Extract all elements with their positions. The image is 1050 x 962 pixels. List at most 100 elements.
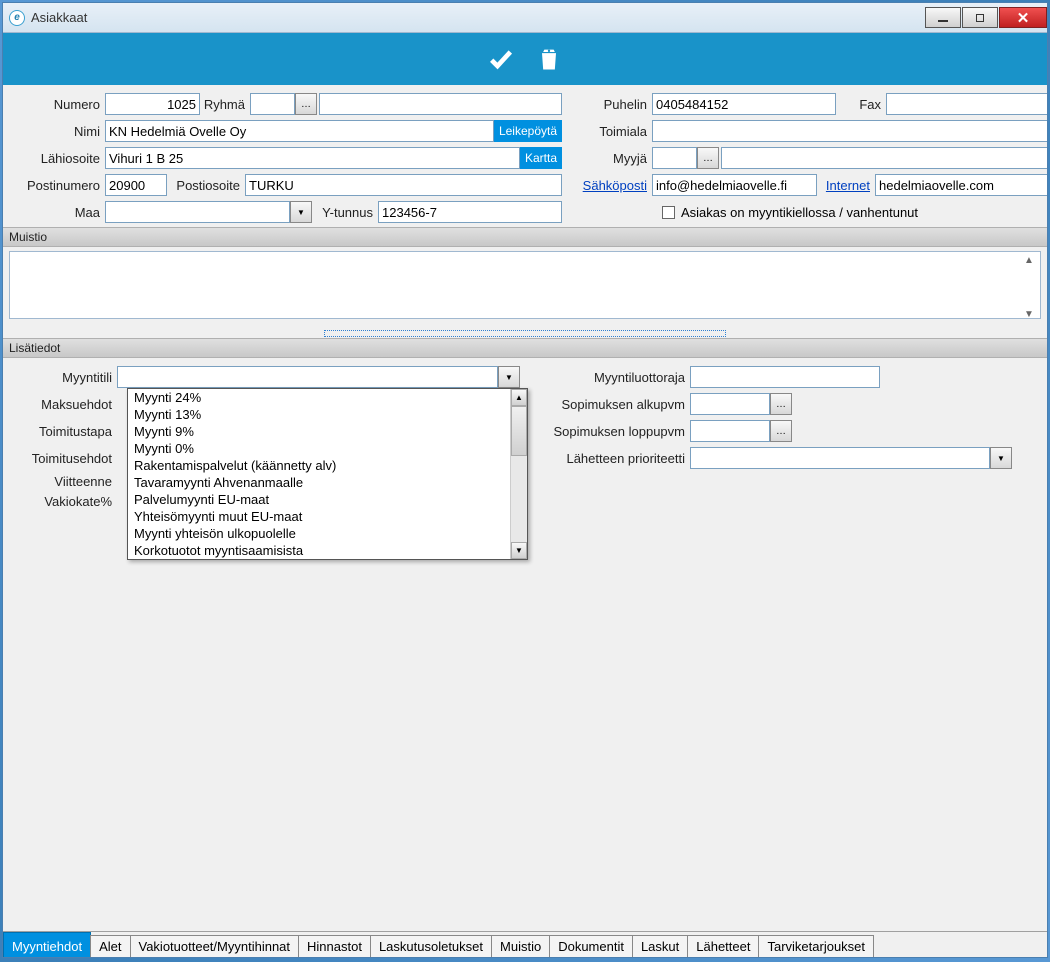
myyntiluottoraja-label: Myyntiluottoraja — [530, 370, 690, 385]
myyntitili-label: Myyntitili — [13, 370, 117, 385]
myyntikielto-label: Asiakas on myyntikiellossa / vanhentunut — [681, 205, 918, 220]
dropdown-option[interactable]: Rakentamispalvelut (käännetty alv) — [128, 457, 527, 474]
ok-icon[interactable] — [487, 45, 515, 73]
muistio-textarea[interactable] — [9, 251, 1041, 319]
memo-scrollbar[interactable]: ▲ ▼ — [1021, 255, 1037, 320]
tab-l-hetteet[interactable]: Lähetteet — [687, 935, 759, 957]
puhelin-input[interactable] — [652, 93, 836, 115]
tab-myyntiehdot[interactable]: Myyntiehdot — [3, 932, 91, 957]
maa-select[interactable] — [105, 201, 290, 223]
dropdown-option[interactable]: Myynti yhteisön ulkopuolelle — [128, 525, 527, 542]
lisatiedot-area: Myyntitili ▼ Myyntiluottoraja Maksuehdot… — [3, 358, 1047, 517]
toimitusehdot-label: Toimitusehdot — [13, 451, 117, 466]
fax-label: Fax — [836, 97, 886, 112]
tab-laskut[interactable]: Laskut — [632, 935, 688, 957]
myyntitili-dropdown-button[interactable]: ▼ — [498, 366, 520, 388]
maa-dropdown-button[interactable]: ▼ — [290, 201, 312, 223]
titlebar: e Asiakkaat ✕ — [3, 3, 1047, 33]
tabs-bar: MyyntiehdotAletVakiotuotteet/Myyntihinna… — [3, 931, 1047, 957]
tab-tarviketarjoukset[interactable]: Tarviketarjoukset — [758, 935, 874, 957]
scroll-up-icon[interactable]: ▲ — [1021, 255, 1037, 266]
dropdown-option[interactable]: Korkotuotot myyntisaamisista — [128, 542, 527, 559]
toolbar — [3, 33, 1047, 85]
myyja-input[interactable] — [652, 147, 697, 169]
content: Numero Ryhmä … Puhelin Fax Nimi Leikepöy… — [3, 85, 1047, 957]
myyja-desc-input[interactable] — [721, 147, 1047, 169]
dropdown-option[interactable]: Yhteisömyynti muut EU-maat — [128, 508, 527, 525]
postiosoite-input[interactable] — [245, 174, 562, 196]
dropdown-option[interactable]: Palvelumyynti EU-maat — [128, 491, 527, 508]
toimitustapa-label: Toimitustapa — [13, 424, 117, 439]
kartta-button[interactable]: Kartta — [520, 147, 562, 169]
myyntiluottoraja-input[interactable] — [690, 366, 880, 388]
dropdown-option[interactable]: Myynti 9% — [128, 423, 527, 440]
myyja-lookup-button[interactable]: … — [697, 147, 719, 169]
app-icon: e — [9, 10, 25, 26]
tab-alet[interactable]: Alet — [90, 935, 130, 957]
scroll-thumb[interactable] — [511, 406, 527, 456]
dropdown-option[interactable]: Myynti 24% — [128, 389, 527, 406]
ryhma-input[interactable] — [250, 93, 295, 115]
internet-input[interactable] — [875, 174, 1047, 196]
myyntitili-select[interactable] — [117, 366, 498, 388]
sopimus-loppu-label: Sopimuksen loppupvm — [530, 424, 690, 439]
scroll-down-icon[interactable]: ▼ — [1021, 309, 1037, 320]
postinumero-label: Postinumero — [13, 178, 105, 193]
muistio-header: Muistio — [3, 227, 1047, 247]
ryhma-label: Ryhmä — [200, 97, 250, 112]
numero-label: Numero — [13, 97, 105, 112]
sopimus-loppu-picker-button[interactable]: … — [770, 420, 792, 442]
sahkoposti-input[interactable] — [652, 174, 817, 196]
scroll-up-icon[interactable]: ▲ — [511, 389, 527, 406]
myyntikielto-checkbox[interactable] — [662, 206, 675, 219]
tab-laskutusoletukset[interactable]: Laskutusoletukset — [370, 935, 492, 957]
lahiosoite-label: Lähiosoite — [13, 151, 105, 166]
dropdown-option[interactable]: Myynti 0% — [128, 440, 527, 457]
customer-window: e Asiakkaat ✕ Numero Ryhmä … — [2, 2, 1048, 958]
myyntitili-dropdown-list[interactable]: Myynti 24%Myynti 13%Myynti 9%Myynti 0%Ra… — [127, 388, 528, 560]
myyja-label: Myyjä — [572, 151, 652, 166]
nimi-label: Nimi — [13, 124, 105, 139]
leikepoyta-button[interactable]: Leikepöytä — [494, 120, 562, 142]
window-buttons: ✕ — [924, 7, 1047, 28]
close-button[interactable]: ✕ — [999, 7, 1047, 28]
ytunnus-input[interactable] — [378, 201, 562, 223]
tab-vakiotuotteet-myyntihinnat[interactable]: Vakiotuotteet/Myyntihinnat — [130, 935, 300, 957]
maksuehdot-label: Maksuehdot — [13, 397, 117, 412]
minimize-button[interactable] — [925, 7, 961, 28]
puhelin-label: Puhelin — [572, 97, 652, 112]
postinumero-input[interactable] — [105, 174, 167, 196]
toimiala-input[interactable] — [652, 120, 1047, 142]
tab-hinnastot[interactable]: Hinnastot — [298, 935, 371, 957]
maximize-button[interactable] — [962, 7, 998, 28]
scroll-down-icon[interactable]: ▼ — [511, 542, 527, 559]
sopimus-alku-picker-button[interactable]: … — [770, 393, 792, 415]
tab-muistio[interactable]: Muistio — [491, 935, 550, 957]
ryhma-desc-input[interactable] — [319, 93, 562, 115]
dropdown-option[interactable]: Tavaramyynti Ahvenanmaalle — [128, 474, 527, 491]
lahete-prio-dropdown-button[interactable]: ▼ — [990, 447, 1012, 469]
tab-dokumentit[interactable]: Dokumentit — [549, 935, 633, 957]
window-title: Asiakkaat — [31, 10, 924, 25]
nimi-input[interactable] — [105, 120, 494, 142]
dropdown-option[interactable]: Myynti 13% — [128, 406, 527, 423]
sopimus-loppu-input[interactable] — [690, 420, 770, 442]
trash-icon[interactable] — [535, 45, 563, 73]
lahiosoite-input[interactable] — [105, 147, 520, 169]
numero-input[interactable] — [105, 93, 200, 115]
maa-label: Maa — [13, 205, 105, 220]
internet-label[interactable]: Internet — [817, 178, 875, 193]
ryhma-lookup-button[interactable]: … — [295, 93, 317, 115]
fax-input[interactable] — [886, 93, 1047, 115]
postiosoite-label: Postiosoite — [167, 178, 245, 193]
toimiala-label: Toimiala — [572, 124, 652, 139]
viitteenne-label: Viitteenne — [13, 474, 117, 489]
lisatiedot-header: Lisätiedot — [3, 338, 1047, 358]
sopimus-alku-input[interactable] — [690, 393, 770, 415]
dropdown-scrollbar[interactable]: ▲ ▼ — [510, 389, 527, 559]
sopimus-alku-label: Sopimuksen alkupvm — [530, 397, 690, 412]
sahkoposti-label[interactable]: Sähköposti — [572, 178, 652, 193]
muistio-area: ▲ ▼ — [3, 247, 1047, 328]
lahete-prio-select[interactable] — [690, 447, 990, 469]
splitter-handle[interactable] — [3, 328, 1047, 338]
